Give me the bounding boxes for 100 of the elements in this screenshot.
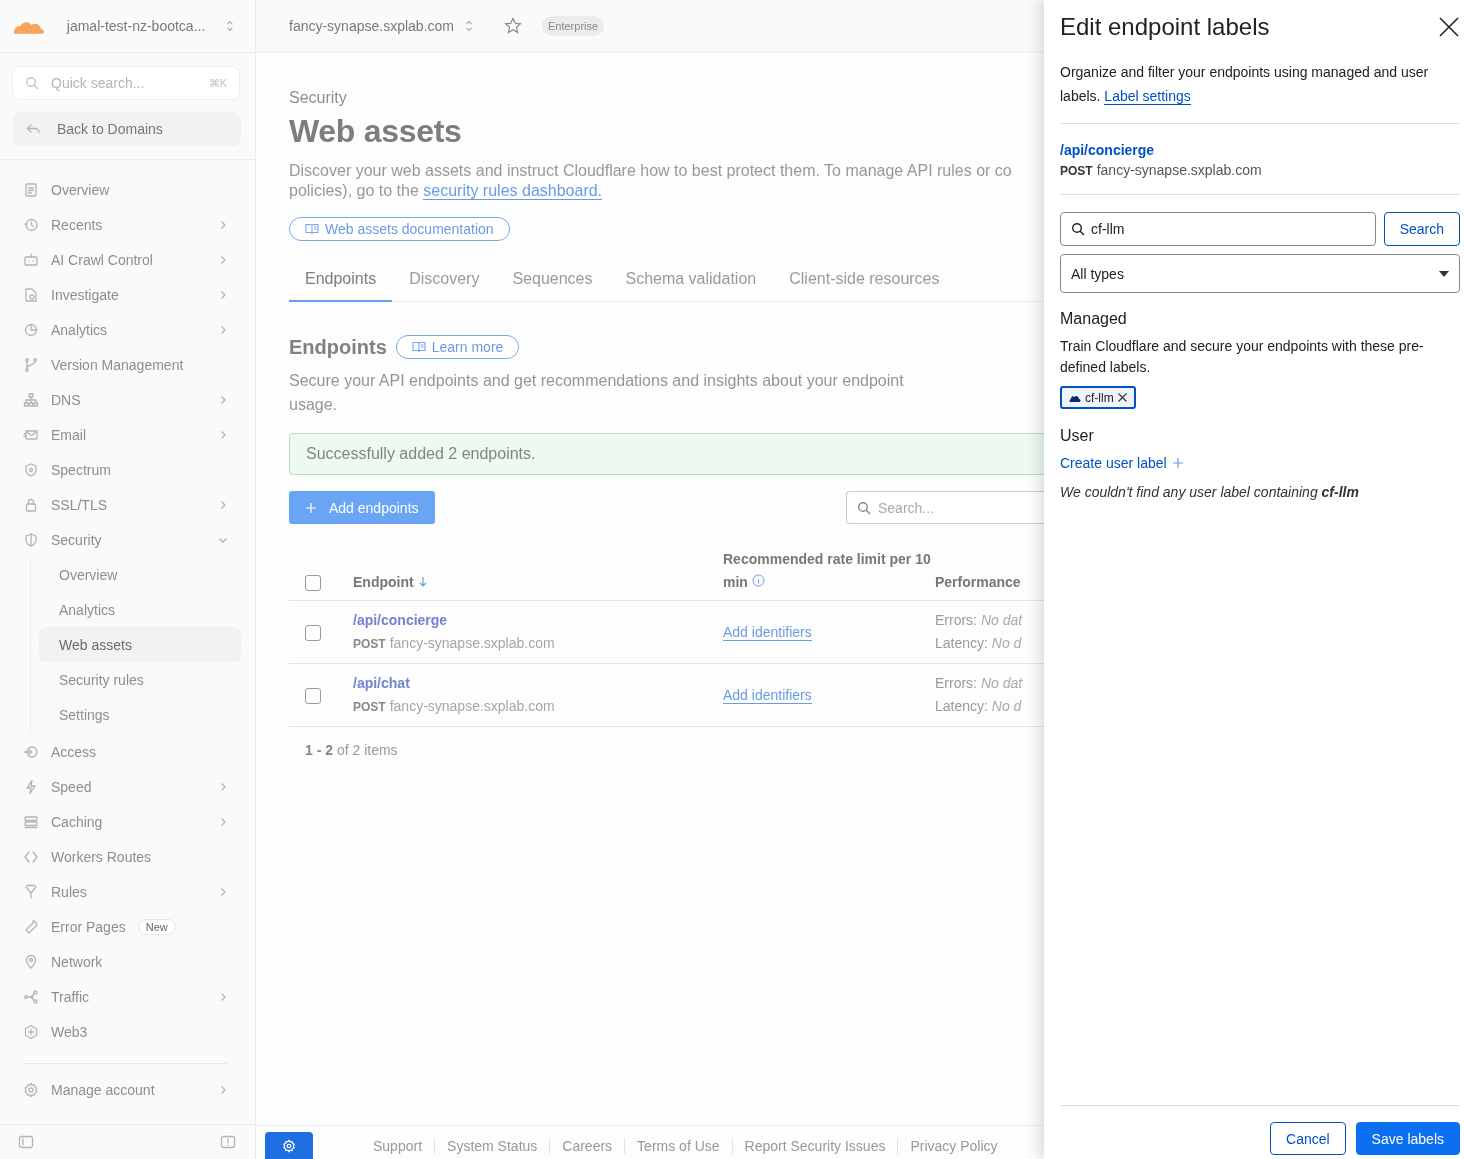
up-down-icon bbox=[225, 19, 235, 33]
sidebar-toggle-icon bbox=[18, 1134, 34, 1150]
footer-link[interactable]: Report Security Issues bbox=[731, 1137, 898, 1154]
sidebar-item[interactable]: Spectrum bbox=[0, 452, 255, 487]
shield-icon bbox=[23, 461, 39, 478]
funnel-icon bbox=[23, 883, 39, 900]
pie-chart-icon bbox=[23, 321, 39, 338]
search-button[interactable]: Search bbox=[1383, 212, 1460, 246]
dashboard-link[interactable]: security rules dashboard. bbox=[423, 182, 603, 200]
footer-link[interactable]: System Status bbox=[434, 1137, 550, 1154]
pagination-summary: 1 - 2 of 2 items bbox=[305, 742, 399, 758]
documentation-button[interactable]: Web assets documentation bbox=[289, 217, 510, 241]
checkbox[interactable] bbox=[305, 575, 321, 592]
sidebar-item[interactable]: AI Crawl Control bbox=[0, 242, 255, 277]
column-header: Recommended rate limit per 10 min bbox=[723, 548, 935, 601]
sidebar-item[interactable]: Email bbox=[0, 417, 255, 452]
domain-name[interactable]: fancy-synapse.sxplab.com bbox=[289, 18, 454, 34]
settings-button[interactable] bbox=[265, 1132, 313, 1159]
sidebar-item[interactable]: Error Pages New bbox=[0, 909, 255, 944]
sidebar-subitem[interactable]: Overview bbox=[39, 557, 241, 592]
footer-link[interactable]: Privacy Policy bbox=[897, 1137, 1010, 1154]
footer-link[interactable]: Terms of Use bbox=[624, 1137, 732, 1154]
create-label-link[interactable]: Create user label bbox=[1060, 455, 1183, 471]
sidebar-item[interactable]: Investigate bbox=[0, 277, 255, 312]
sidebar-item[interactable]: Manage account bbox=[0, 1072, 255, 1107]
tab[interactable]: Sequences bbox=[496, 270, 609, 302]
lock-icon bbox=[23, 496, 39, 513]
plan-badge: Enterprise bbox=[541, 16, 605, 36]
sidebar-item[interactable]: Version Management bbox=[0, 347, 255, 382]
new-badge: New bbox=[137, 918, 176, 935]
sidebar-subitem[interactable]: Analytics bbox=[39, 592, 241, 627]
endpoint-link[interactable]: /api/concierge bbox=[353, 608, 723, 632]
branch-icon bbox=[23, 356, 39, 373]
sidebar-item[interactable]: Rules bbox=[0, 874, 255, 909]
sidebar-item[interactable]: Security bbox=[0, 522, 255, 557]
sidebar-item[interactable]: SSL/TLS bbox=[0, 487, 255, 522]
sidebar-subitem[interactable]: Security rules bbox=[39, 662, 241, 697]
sidebar-subitem[interactable]: Settings bbox=[39, 697, 241, 732]
book-icon bbox=[305, 223, 319, 235]
learn-more-button[interactable]: Learn more bbox=[395, 335, 520, 359]
caret-icon bbox=[1439, 270, 1449, 277]
breadcrumb[interactable]: Security bbox=[289, 89, 347, 107]
sidebar-item[interactable]: Workers Routes bbox=[0, 839, 255, 874]
sidebar-item[interactable]: Caching bbox=[0, 804, 255, 839]
sidebar-subitem[interactable]: Web assets bbox=[39, 627, 241, 662]
quick-search-field[interactable]: Quick search... ⌘K bbox=[12, 66, 240, 100]
back-link[interactable]: Back to Domains bbox=[13, 112, 241, 146]
save-button[interactable]: Save labels bbox=[1355, 1122, 1460, 1155]
checkbox[interactable] bbox=[305, 624, 321, 641]
sidebar-item[interactable]: Network bbox=[0, 944, 255, 979]
sidebar-item[interactable]: DNS bbox=[0, 382, 255, 417]
document-search-icon bbox=[23, 286, 39, 303]
checkbox[interactable] bbox=[305, 687, 321, 704]
footer-link[interactable]: Careers bbox=[549, 1137, 625, 1154]
add-endpoints-button[interactable]: Add endpoints bbox=[289, 491, 435, 524]
cloud-icon bbox=[1069, 393, 1081, 402]
label-settings-link[interactable]: Label settings bbox=[1104, 88, 1191, 105]
search-icon bbox=[857, 500, 871, 515]
section-description: Secure your API endpoints and get recommendations and insights about your endpoint usage. bbox=[289, 371, 905, 415]
remove-icon[interactable] bbox=[1117, 393, 1127, 402]
hexagon-icon bbox=[23, 1023, 39, 1040]
feedback-icon bbox=[220, 1134, 236, 1150]
clock-icon bbox=[23, 216, 39, 233]
search-field[interactable]: Search... bbox=[846, 491, 1044, 524]
section-heading: User bbox=[1060, 427, 1095, 445]
cancel-button[interactable]: Cancel bbox=[1270, 1122, 1346, 1155]
sidebar-item[interactable]: Traffic bbox=[0, 979, 255, 1014]
shortcut-hint: ⌘K bbox=[208, 76, 227, 90]
footer-link[interactable]: Support bbox=[361, 1137, 435, 1154]
tab[interactable]: Discovery bbox=[393, 270, 496, 302]
search-icon bbox=[25, 76, 39, 90]
sidebar-item[interactable]: Overview bbox=[0, 172, 255, 207]
tab[interactable]: Schema validation bbox=[609, 270, 773, 302]
sidebar-item[interactable]: Access bbox=[0, 734, 255, 769]
endpoint-path: /api/concierge bbox=[1060, 141, 1156, 160]
sort-down-icon bbox=[417, 576, 428, 587]
panel-description: Organize and filter your endpoints using managed and user labels. Label settings bbox=[1060, 63, 1430, 107]
sidebar-item[interactable]: Analytics bbox=[0, 312, 255, 347]
endpoint-link[interactable]: /api/chat bbox=[353, 671, 723, 695]
stack-icon bbox=[23, 813, 39, 830]
errors-value: Errors: No dat bbox=[935, 611, 1024, 630]
map-pin-icon bbox=[23, 953, 39, 970]
add-identifiers-link[interactable]: Add identifiers bbox=[723, 686, 812, 704]
type-dropdown[interactable]: All types bbox=[1060, 254, 1460, 293]
tab[interactable]: Client-side resources bbox=[773, 270, 956, 302]
up-down-icon bbox=[463, 19, 474, 33]
section-heading: Managed bbox=[1060, 310, 1128, 328]
sidebar-item[interactable]: Web3 bbox=[0, 1014, 255, 1049]
account-name[interactable]: jamal-test-nz-bootca... bbox=[66, 18, 206, 34]
label-search-field[interactable]: cf-llm bbox=[1060, 212, 1376, 246]
column-header[interactable]: Endpoint bbox=[353, 548, 723, 601]
tab[interactable]: Endpoints bbox=[289, 270, 393, 302]
endpoint-host: POST fancy-synapse.sxplab.com bbox=[353, 696, 556, 716]
add-identifiers-link[interactable]: Add identifiers bbox=[723, 623, 812, 641]
close-icon[interactable] bbox=[1438, 16, 1460, 38]
sidebar-item[interactable]: Speed bbox=[0, 769, 255, 804]
star-icon[interactable] bbox=[503, 17, 522, 35]
label-chip[interactable]: cf-llm bbox=[1060, 386, 1136, 409]
plus-icon bbox=[1172, 458, 1183, 468]
sidebar-item[interactable]: Recents bbox=[0, 207, 255, 242]
